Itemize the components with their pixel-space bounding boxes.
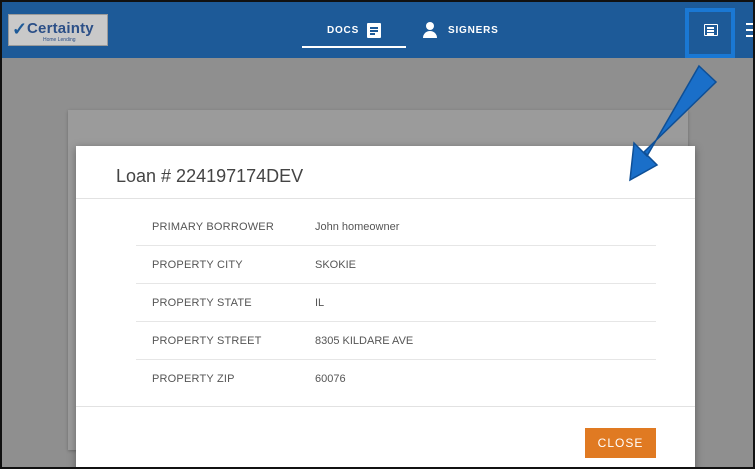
tab-signers[interactable]: SIGNERS bbox=[422, 2, 512, 58]
checkmark-icon: ✓ bbox=[12, 19, 28, 39]
field-row: PRIMARY BORROWER John homeowner bbox=[136, 208, 656, 246]
modal-title: Loan # 224197174DEV bbox=[116, 166, 304, 186]
field-label: PROPERTY STATE bbox=[152, 297, 252, 309]
modal-footer-divider bbox=[76, 406, 695, 407]
hamburger-menu-icon[interactable] bbox=[746, 20, 753, 40]
tab-docs[interactable]: DOCS bbox=[302, 2, 406, 58]
logo-tagline: Home Lending bbox=[43, 37, 76, 43]
field-value: SKOKIE bbox=[315, 259, 356, 271]
field-label: PROPERTY STREET bbox=[152, 335, 262, 347]
field-row: PROPERTY CITY SKOKIE bbox=[136, 246, 656, 284]
document-icon bbox=[367, 22, 382, 38]
app-bar: ✓ Certainty Home Lending DOCS SIGNERS bbox=[2, 2, 753, 58]
certainty-logo[interactable]: ✓ Certainty Home Lending bbox=[8, 14, 108, 46]
active-tab-indicator bbox=[302, 46, 406, 48]
modal-header-divider bbox=[76, 198, 695, 199]
field-value: IL bbox=[315, 297, 325, 309]
field-value: John homeowner bbox=[315, 221, 400, 233]
field-label: PRIMARY BORROWER bbox=[152, 221, 274, 233]
field-label: PROPERTY CITY bbox=[152, 259, 243, 271]
loan-details-modal: Loan # 224197174DEV PRIMARY BORROWER Joh… bbox=[76, 146, 695, 467]
person-icon bbox=[422, 22, 438, 38]
field-label: PROPERTY ZIP bbox=[152, 373, 235, 385]
tab-signers-label: SIGNERS bbox=[448, 24, 499, 36]
field-row: PROPERTY ZIP 60076 bbox=[136, 360, 656, 398]
field-row: PROPERTY STATE IL bbox=[136, 284, 656, 322]
field-value: 60076 bbox=[315, 373, 346, 385]
screenshot-frame: ✓ Certainty Home Lending DOCS SIGNERS Lo… bbox=[0, 0, 755, 469]
close-button[interactable]: CLOSE bbox=[585, 428, 656, 458]
logo-text: Certainty bbox=[27, 20, 94, 37]
highlight-box bbox=[685, 8, 735, 58]
field-row: PROPERTY STREET 8305 KILDARE AVE bbox=[136, 322, 656, 360]
tab-docs-label: DOCS bbox=[326, 24, 360, 36]
field-value: 8305 KILDARE AVE bbox=[315, 335, 414, 347]
